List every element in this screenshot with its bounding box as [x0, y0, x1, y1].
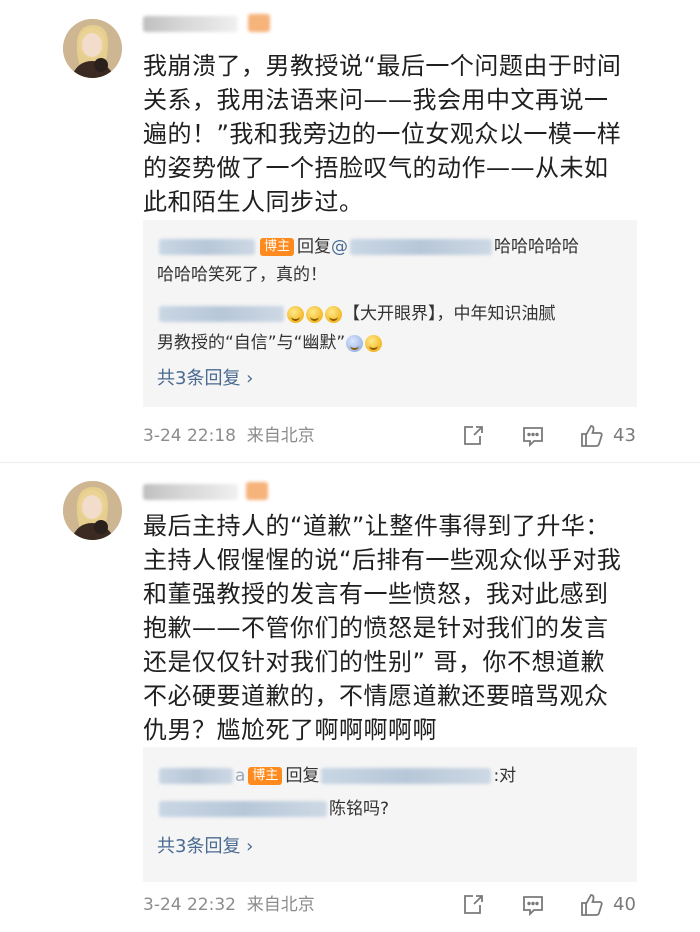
timestamp: 3-24 22:18 来自北京: [143, 426, 315, 446]
comment-2: 最后主持人的“道歉”让整件事得到了升华：主持人假惺惺的说“后排有一些观众似乎对我…: [0, 462, 700, 932]
repost-button[interactable]: [461, 424, 485, 448]
comment-icon: [523, 427, 543, 448]
comment-footer: 3-24 22:18 来自北京 43: [143, 422, 700, 450]
author-badge: 博主: [248, 767, 283, 785]
username-blurred[interactable]: [143, 16, 238, 32]
smirk-emoji: [325, 305, 342, 323]
like-button[interactable]: 43: [579, 424, 636, 448]
timestamp: 3-24 22:32 来自北京: [143, 895, 315, 915]
comment-icon: [523, 896, 543, 917]
reply-item-continued: 陈铭吗?: [157, 794, 623, 824]
reply-item-continued: 哈哈哈笑死了，真的！: [157, 265, 327, 285]
smirk-emoji: [287, 305, 304, 323]
mention-blurred: [350, 239, 493, 255]
comment-button[interactable]: [521, 893, 545, 917]
comment-footer: 3-24 22:32 来自北京 40: [143, 891, 700, 919]
like-button[interactable]: 40: [579, 893, 636, 917]
mention-blurred: [159, 801, 327, 817]
reply-item[interactable]: 博主 回复@ 哈哈哈哈哈: [157, 232, 623, 262]
reply-box: 博主 回复@ 哈哈哈哈哈 哈哈哈笑死了，真的！ 【大开眼界】，中年知识油腻 男教授的…: [143, 220, 637, 407]
reply-username-blurred: [159, 239, 255, 255]
like-count: 43: [613, 425, 636, 446]
avatar[interactable]: [63, 481, 122, 540]
comment-text: 我崩溃了，男教授说“最后一个问题由于时间关系，我用法语来问——我会用中文再说一遍…: [143, 52, 622, 216]
sweat-emoji: [346, 334, 364, 352]
reply-username-blurred: [159, 306, 284, 322]
more-replies-link[interactable]: 共3条回复 ›: [157, 833, 253, 861]
like-count: 40: [613, 894, 636, 915]
repost-icon: [464, 895, 483, 914]
user-badge-blurred: [246, 482, 268, 500]
repost-button[interactable]: [461, 893, 485, 917]
comment-button[interactable]: [521, 424, 545, 448]
mention-blurred: [321, 768, 492, 784]
reply-item[interactable]: 【大开眼界】，中年知识油腻: [157, 299, 623, 329]
reply-box: a 博主 回复:对 陈铭吗? 共3条回复 ›: [143, 747, 637, 882]
like-icon: [581, 894, 603, 916]
comment-text: 最后主持人的“道歉”让整件事得到了升华：主持人假惺惺的说“后排有一些观众似乎对我…: [143, 512, 622, 744]
like-icon: [581, 425, 603, 447]
avatar[interactable]: [63, 19, 122, 78]
reply-username-blurred: [159, 768, 233, 784]
repost-icon: [464, 426, 483, 445]
smile-emoji: [365, 334, 383, 352]
user-badge-blurred: [248, 14, 270, 32]
smirk-emoji: [306, 305, 323, 323]
author-badge: 博主: [260, 238, 295, 256]
username-blurred[interactable]: [143, 484, 238, 500]
reply-item[interactable]: a 博主 回复:对: [157, 761, 623, 791]
more-replies-link[interactable]: 共3条回复 ›: [157, 365, 253, 393]
reply-item-continued: 男教授的“自信”与“幽默”: [157, 328, 623, 358]
comment-1: 我崩溃了，男教授说“最后一个问题由于时间关系，我用法语来问——我会用中文再说一遍…: [0, 0, 700, 462]
